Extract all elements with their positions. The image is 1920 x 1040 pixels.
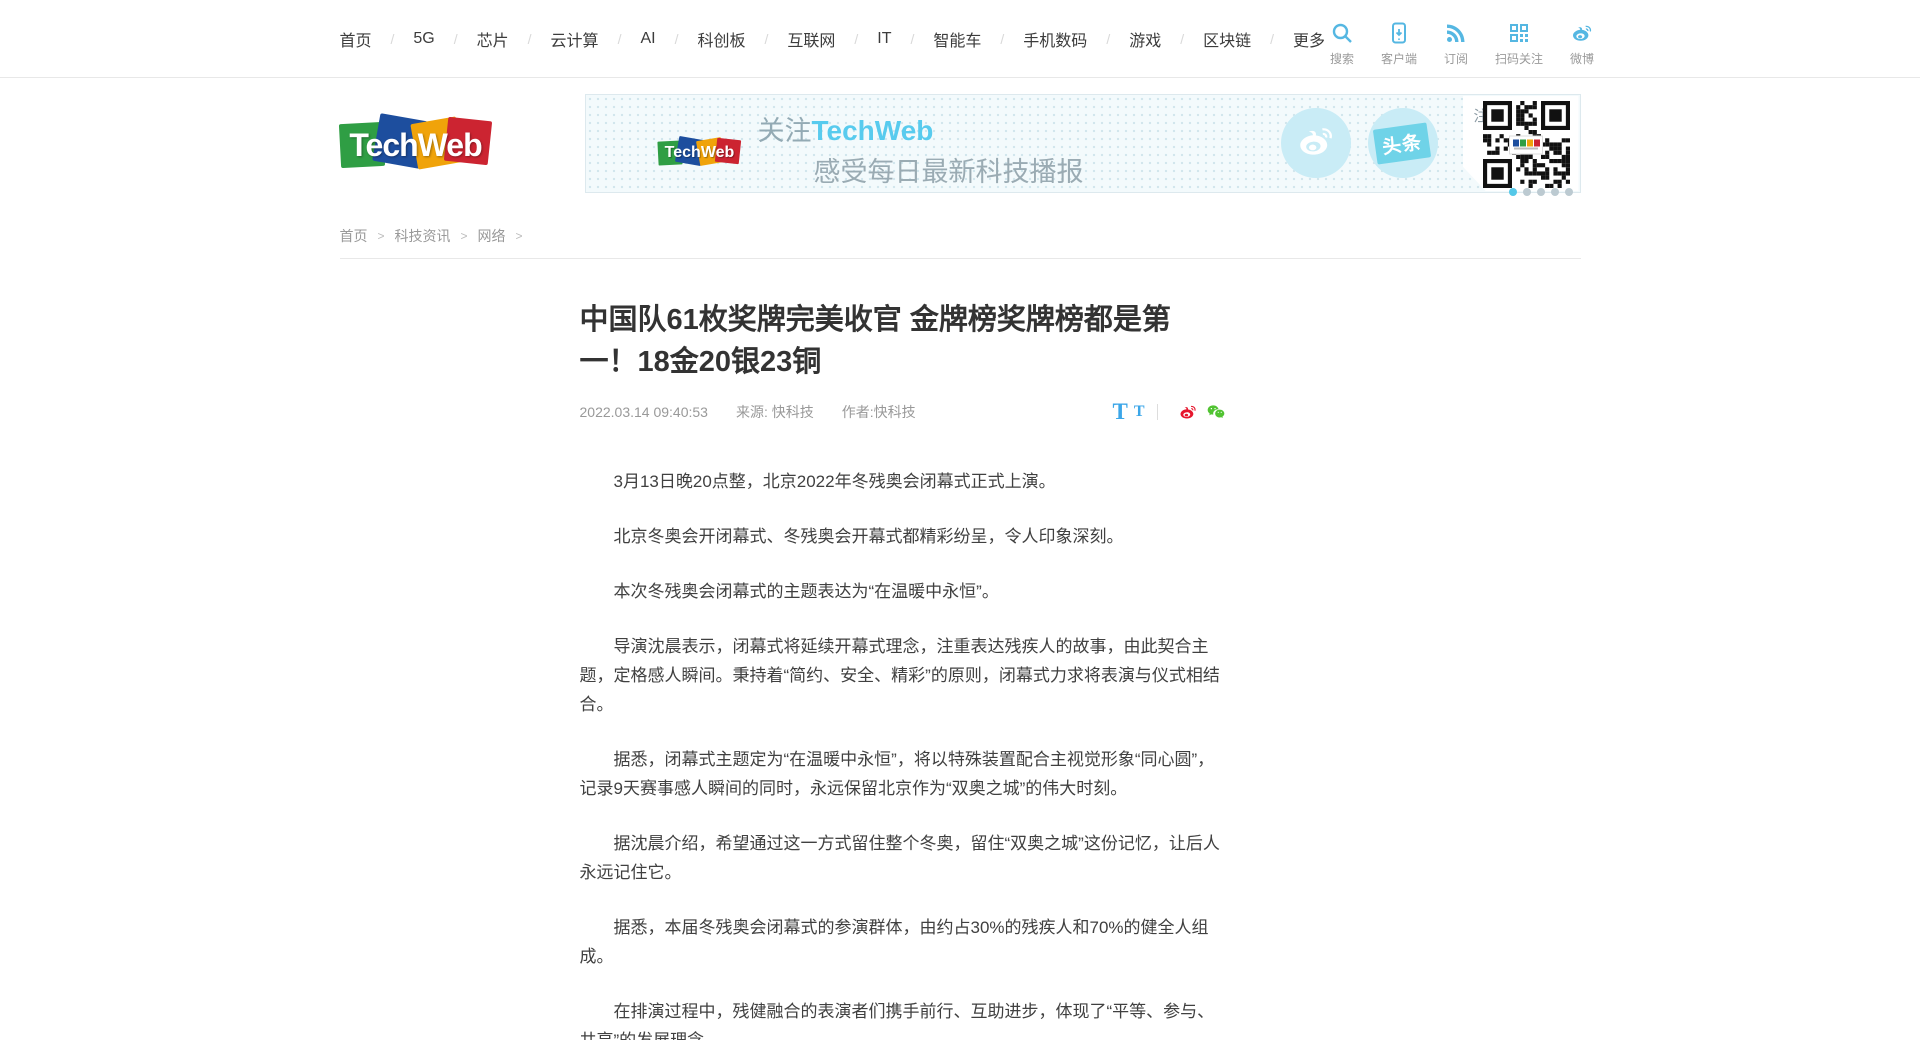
article-author: 作者:快科技: [842, 402, 916, 422]
breadcrumb: 首页 > 科技资讯 > 网络 >: [340, 208, 1581, 259]
breadcrumb-separator: >: [378, 229, 385, 243]
banner-slogan-brand: TechWeb: [812, 115, 934, 146]
nav-item-IT[interactable]: IT: [877, 30, 891, 48]
rss-icon: [1443, 20, 1469, 46]
tool-客户端[interactable]: 客户端: [1381, 20, 1417, 67]
font-size-increase-button[interactable]: T: [1112, 399, 1127, 425]
nav-separator: /: [764, 31, 768, 47]
nav-separator: /: [1000, 31, 1004, 47]
article-paragraph: 据悉，闭幕式主题定为“在温暖中永恒”，将以特殊装置配合主视觉形象“同心圆”，记录…: [580, 745, 1226, 803]
article-paragraph: 据悉，本届冬残奥会闭幕式的参演群体，由约占30%的残疾人和70%的健全人组成。: [580, 913, 1226, 971]
promo-banner[interactable]: TechWeb 关注TechWeb 感受每日最新科技播报 头条: [585, 94, 1581, 193]
nav-separator: /: [675, 31, 679, 47]
breadcrumb-separator: >: [461, 229, 468, 243]
nav-separator: /: [854, 31, 858, 47]
techweb-logo[interactable]: TechWeb: [340, 116, 490, 172]
nav-separator: /: [454, 31, 458, 47]
article-body: 3月13日晚20点整，北京2022年冬残奥会闭幕式正式上演。北京冬奥会开闭幕式、…: [580, 467, 1226, 1040]
article-paragraph: 据沈晨介绍，希望通过这一方式留住整个冬奥，留住“双奥之城”这份记忆，让后人永远记…: [580, 829, 1226, 887]
nav-item-首页[interactable]: 首页: [340, 27, 372, 51]
tool-搜索[interactable]: 搜索: [1325, 20, 1359, 67]
nav-item-区块链[interactable]: 区块链: [1203, 27, 1251, 51]
nav-item-科创板[interactable]: 科创板: [697, 27, 745, 51]
tool-label: 客户端: [1381, 50, 1417, 67]
weibo-icon: [1295, 120, 1337, 167]
article-paragraph: 3月13日晚20点整，北京2022年冬残奥会闭幕式正式上演。: [580, 467, 1226, 496]
logo-text: TechWeb: [342, 127, 490, 164]
qr-code: [1483, 101, 1570, 188]
banner-logo-text: TechWeb: [658, 144, 742, 162]
breadcrumb-separator: >: [516, 229, 523, 243]
breadcrumb-item-网络[interactable]: 网络: [478, 226, 506, 246]
article-date: 2022.03.14 09:40:53: [580, 404, 708, 420]
banner-carousel-dots: [1509, 188, 1573, 196]
nav-item-5G[interactable]: 5G: [413, 30, 434, 48]
nav-separator: /: [618, 31, 622, 47]
mobile-client-icon: [1386, 20, 1412, 46]
nav-separator: /: [911, 31, 915, 47]
breadcrumb-item-科技资讯[interactable]: 科技资讯: [395, 226, 451, 246]
breadcrumb-item-首页[interactable]: 首页: [340, 226, 368, 246]
share-wechat-icon[interactable]: [1206, 402, 1226, 422]
tool-label: 订阅: [1444, 50, 1468, 67]
article-paragraph: 导演沈晨表示，闭幕式将延续开幕式理念，注重表达残疾人的故事，由此契合主题，定格感…: [580, 632, 1226, 719]
article-paragraph: 北京冬奥会开闭幕式、冬残奥会开幕式都精彩纷呈，令人印象深刻。: [580, 522, 1226, 551]
font-size-decrease-button[interactable]: T: [1134, 403, 1145, 421]
banner-slogan-prefix: 关注: [758, 116, 812, 146]
nav-item-云计算[interactable]: 云计算: [551, 27, 599, 51]
nav-item-手机数码[interactable]: 手机数码: [1023, 27, 1087, 51]
nav-separator: /: [1270, 31, 1274, 47]
toutiao-label: 头条: [1373, 122, 1431, 164]
tool-微博[interactable]: 微博: [1565, 20, 1599, 67]
tool-label: 搜索: [1330, 50, 1354, 67]
tool-label: 微博: [1570, 50, 1594, 67]
masthead: TechWeb TechWeb 关注TechWeb 感受每日最新科技播报: [340, 78, 1581, 208]
carousel-dot-4[interactable]: [1551, 188, 1559, 196]
nav-item-更多[interactable]: 更多: [1293, 27, 1325, 51]
share-weibo-icon[interactable]: [1178, 402, 1198, 422]
nav-item-游戏[interactable]: 游戏: [1129, 27, 1161, 51]
tool-label: 扫码关注: [1495, 50, 1543, 67]
banner-toutiao-badge[interactable]: 头条: [1368, 108, 1438, 178]
search-icon: [1329, 20, 1355, 46]
article-source: 来源: 快科技: [736, 402, 814, 422]
banner-slogan: 关注TechWeb 感受每日最新科技播报: [758, 109, 1084, 189]
carousel-dot-3[interactable]: [1537, 188, 1545, 196]
nav-separator: /: [391, 31, 395, 47]
weibo-icon: [1569, 20, 1595, 46]
nav-separator: /: [1106, 31, 1110, 47]
article-paragraph: 本次冬残奥会闭幕式的主题表达为“在温暖中永恒”。: [580, 577, 1226, 606]
banner-slogan-line2: 感受每日最新科技播报: [758, 150, 1084, 189]
tool-订阅[interactable]: 订阅: [1439, 20, 1473, 67]
meta-divider: [1157, 404, 1158, 420]
nav-separator: /: [528, 31, 532, 47]
page-container: TechWeb TechWeb 关注TechWeb 感受每日最新科技播报: [340, 78, 1581, 1040]
banner-techweb-logo: TechWeb: [658, 137, 742, 171]
article-meta: 2022.03.14 09:40:53 来源: 快科技 作者:快科技 T T: [580, 399, 1226, 425]
nav-item-芯片[interactable]: 芯片: [477, 27, 509, 51]
header-tools: 搜索 客户端 订阅 扫码关注 微博: [1325, 10, 1599, 67]
top-navbar: 首页 / 5G / 芯片 / 云计算 / AI / 科创板 / 互联网 / IT / 智能车 / 手机数码 / 游戏 / 区…: [0, 0, 1920, 78]
nav-item-互联网[interactable]: 互联网: [787, 27, 835, 51]
nav-item-AI[interactable]: AI: [640, 30, 655, 48]
banner-slogan-line1: 关注TechWeb: [758, 109, 1084, 148]
tool-扫码关注[interactable]: 扫码关注: [1495, 20, 1543, 67]
carousel-dot-1[interactable]: [1509, 188, 1517, 196]
nav-separator: /: [1180, 31, 1184, 47]
banner-weibo-badge[interactable]: [1281, 108, 1351, 178]
article-title: 中国队61枚奖牌完美收官 金牌榜奖牌榜都是第一！18金20银23铜: [580, 299, 1226, 383]
carousel-dot-2[interactable]: [1523, 188, 1531, 196]
nav-item-智能车[interactable]: 智能车: [933, 27, 981, 51]
qrcode-icon: [1506, 20, 1532, 46]
carousel-dot-5[interactable]: [1565, 188, 1573, 196]
qr-center-logo: [1509, 135, 1543, 154]
main-nav: 首页 / 5G / 芯片 / 云计算 / AI / 科创板 / 互联网 / IT / 智能车 / 手机数码 / 游戏 / 区…: [340, 27, 1326, 51]
article-paragraph: 在排演过程中，残健融合的表演者们携手前行、互助进步，体现了“平等、参与、共享”的…: [580, 997, 1226, 1040]
banner-qr-panel: 扫码关注: [1463, 96, 1579, 191]
article: 中国队61枚奖牌完美收官 金牌榜奖牌榜都是第一！18金20银23铜 2022.0…: [580, 259, 1226, 1040]
